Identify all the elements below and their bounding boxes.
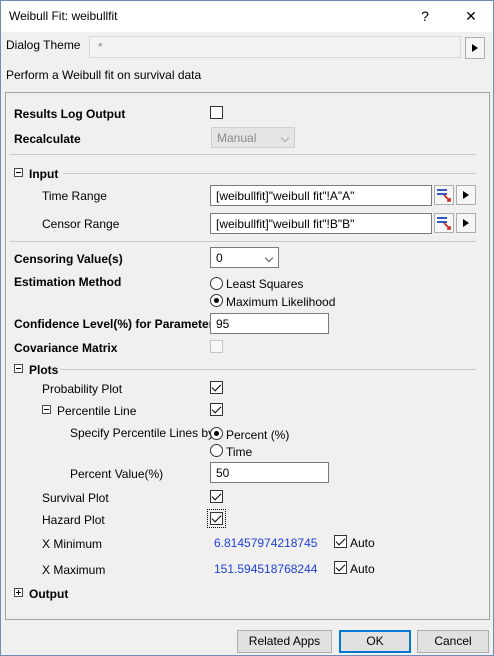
help-button[interactable]: ? <box>403 1 447 32</box>
time-range-label: Time Range <box>42 189 107 203</box>
percentile-line-checkbox[interactable] <box>210 403 223 416</box>
input-collapse-toggle[interactable] <box>14 168 23 177</box>
x-maximum-label: X Maximum <box>42 563 106 577</box>
output-section-label: Output <box>29 587 69 601</box>
percentile-line-label: Percentile Line <box>57 404 137 418</box>
censor-range-menu-button[interactable] <box>456 213 476 233</box>
recalculate-select[interactable]: Manual <box>211 127 295 148</box>
dialog-window: Weibull Fit: weibullfit ? ✕ Dialog Theme… <box>0 0 494 656</box>
x-minimum-value[interactable]: 6.81457974218745 <box>214 536 317 550</box>
results-log-checkbox[interactable] <box>210 106 223 119</box>
play-arrow-icon <box>472 44 478 52</box>
percent-value: 50 <box>216 466 230 480</box>
percentile-line-collapse-toggle[interactable] <box>42 405 51 414</box>
maximum-likelihood-radio[interactable] <box>210 294 223 307</box>
input-section-label: Input <box>29 167 59 181</box>
x-minimum-auto-checkbox[interactable] <box>334 535 347 548</box>
percent-value-label: Percent Value(%) <box>70 467 164 481</box>
specify-percentile-label: Specify Percentile Lines by <box>70 426 215 440</box>
censor-range-select-button[interactable] <box>434 213 454 233</box>
plots-section-label: Plots <box>29 363 59 377</box>
dialog-theme-label: Dialog Theme <box>6 38 81 52</box>
survival-plot-label: Survival Plot <box>42 491 109 505</box>
covariance-matrix-label: Covariance Matrix <box>14 341 118 355</box>
censoring-value-select[interactable]: 0 <box>210 247 279 268</box>
covariance-matrix-checkbox[interactable] <box>210 340 223 353</box>
chevron-down-icon <box>280 133 290 143</box>
x-minimum-label: X Minimum <box>42 537 103 551</box>
censor-range-value: [weibullfit]"weibull fit"!B"B" <box>216 217 355 231</box>
probability-plot-checkbox[interactable] <box>210 381 223 394</box>
divider <box>63 173 476 174</box>
x-maximum-value[interactable]: 151.594518768244 <box>214 562 317 576</box>
time-radio[interactable] <box>210 444 223 457</box>
censoring-value: 0 <box>216 251 223 265</box>
divider <box>10 241 476 242</box>
output-expand-toggle[interactable] <box>14 588 23 597</box>
x-minimum-auto-label: Auto <box>350 536 375 550</box>
cancel-button[interactable]: Cancel <box>417 630 489 653</box>
recalculate-label: Recalculate <box>14 132 81 146</box>
theme-menu-button[interactable] <box>465 37 485 59</box>
least-squares-radio[interactable] <box>210 277 223 290</box>
hazard-plot-checkbox[interactable] <box>207 509 226 528</box>
percent-radio-label: Percent (%) <box>226 428 290 442</box>
x-maximum-auto-checkbox[interactable] <box>334 561 347 574</box>
chevron-down-icon <box>264 253 274 263</box>
ok-button[interactable]: OK <box>339 630 411 653</box>
confidence-level-label: Confidence Level(%) for Parameters <box>14 317 221 331</box>
least-squares-label: Least Squares <box>226 277 304 291</box>
title-bar: Weibull Fit: weibullfit ? ✕ <box>1 1 493 32</box>
results-log-label: Results Log Output <box>14 107 126 121</box>
time-range-select-button[interactable] <box>434 185 454 205</box>
maximum-likelihood-label: Maximum Likelihood <box>226 295 336 309</box>
confidence-level-input[interactable]: 95 <box>210 313 329 334</box>
select-range-icon <box>437 189 451 202</box>
x-maximum-auto-label: Auto <box>350 562 375 576</box>
dialog-description: Perform a Weibull fit on survival data <box>6 68 202 82</box>
plots-collapse-toggle[interactable] <box>14 364 23 373</box>
time-range-input[interactable]: [weibullfit]"weibull fit"!A"A" <box>210 185 432 206</box>
censor-range-label: Censor Range <box>42 217 120 231</box>
window-title: Weibull Fit: weibullfit <box>9 9 118 23</box>
censoring-value-label: Censoring Value(s) <box>14 252 123 266</box>
play-arrow-icon <box>463 219 469 227</box>
select-range-icon <box>437 217 451 230</box>
related-apps-button[interactable]: Related Apps <box>237 630 332 653</box>
close-button[interactable]: ✕ <box>449 1 493 32</box>
recalculate-value: Manual <box>217 131 257 145</box>
percent-radio[interactable] <box>210 427 223 440</box>
censor-range-input[interactable]: [weibullfit]"weibull fit"!B"B" <box>210 213 432 234</box>
probability-plot-label: Probability Plot <box>42 382 123 396</box>
percent-value-input[interactable]: 50 <box>210 462 329 483</box>
divider <box>10 154 476 155</box>
survival-plot-checkbox[interactable] <box>210 490 223 503</box>
time-radio-label: Time <box>226 445 253 459</box>
divider <box>61 369 476 370</box>
dialog-theme-value: * <box>98 40 103 54</box>
confidence-level-value: 95 <box>216 317 230 331</box>
hazard-plot-label: Hazard Plot <box>42 513 105 527</box>
time-range-value: [weibullfit]"weibull fit"!A"A" <box>216 189 355 203</box>
play-arrow-icon <box>463 191 469 199</box>
dialog-theme-field[interactable]: * <box>89 36 461 58</box>
time-range-menu-button[interactable] <box>456 185 476 205</box>
estimation-method-label: Estimation Method <box>14 275 122 289</box>
